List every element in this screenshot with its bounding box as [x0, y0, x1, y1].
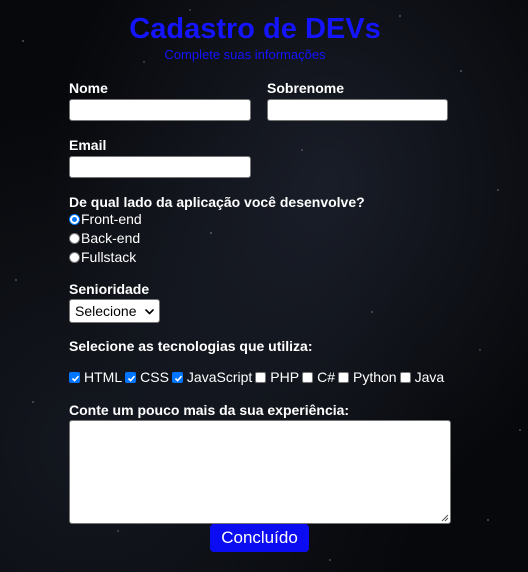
technologies-label: Selecione as tecnologias que utiliza:: [69, 338, 313, 354]
experience-label: Conte um pouco mais da sua experiência:: [69, 402, 350, 418]
checkbox-label-javascript: JavaScript: [186, 369, 253, 385]
last-name-input[interactable]: [267, 99, 448, 121]
resize-grip-icon[interactable]: [441, 514, 449, 522]
checkbox-html[interactable]: [69, 372, 80, 383]
checkbox-java[interactable]: [399, 372, 411, 383]
checkbox-label-csharp: C#: [317, 369, 335, 385]
checkmark-icon: [71, 375, 80, 382]
first-name-label: Nome: [69, 80, 108, 96]
checkbox-label-html: HTML: [84, 369, 123, 385]
page-subtitle: Complete suas informações: [164, 47, 326, 62]
checkbox-label-php: PHP: [270, 369, 300, 385]
checkbox-option-csharp[interactable]: C#: [302, 369, 338, 386]
radio-label-fullstack: Fullstack: [81, 249, 137, 265]
seniority-selected-value: Selecione: [75, 303, 137, 319]
checkbox-option-javascript[interactable]: JavaScript: [171, 369, 255, 386]
radio-option-front-end[interactable]: Front-end: [69, 211, 142, 227]
first-name-input[interactable]: [69, 99, 251, 121]
side-question: De qual lado da aplicação você desenvolv…: [69, 194, 365, 210]
last-name-label: Sobrenome: [267, 80, 345, 96]
seniority-select[interactable]: Selecione: [69, 299, 160, 323]
checkbox-option-php[interactable]: PHP: [255, 369, 302, 386]
checkbox-csharp[interactable]: [302, 372, 314, 383]
radio-button-back-end[interactable]: [69, 232, 80, 244]
technologies-checkbox-group: HTML CSS JavaScript PHP C# Python Java: [69, 369, 447, 386]
checkbox-css[interactable]: [125, 372, 137, 383]
checkbox-option-python[interactable]: Python: [337, 369, 400, 386]
checkbox-label-python: Python: [352, 369, 397, 385]
checkbox-label-css: CSS: [140, 369, 169, 385]
experience-textarea[interactable]: [69, 420, 451, 524]
checkmark-icon: [128, 375, 136, 382]
email-input[interactable]: [69, 156, 251, 178]
radio-option-back-end[interactable]: Back-end: [69, 230, 140, 246]
radio-option-fullstack[interactable]: Fullstack: [69, 249, 136, 265]
checkbox-option-html[interactable]: HTML: [69, 369, 125, 386]
checkbox-php[interactable]: [255, 372, 267, 383]
seniority-label: Senioridade: [69, 281, 150, 297]
submit-button[interactable]: Concluído: [210, 524, 309, 552]
email-label: Email: [69, 137, 107, 153]
checkbox-option-java[interactable]: Java: [399, 369, 448, 386]
checkbox-label-java: Java: [414, 369, 445, 385]
checkbox-python[interactable]: [337, 372, 349, 383]
checkbox-javascript[interactable]: [171, 372, 183, 383]
radio-label-back-end: Back-end: [81, 230, 141, 246]
radio-button-fullstack[interactable]: [69, 251, 80, 263]
radio-label-front-end: Front-end: [81, 211, 142, 227]
chevron-down-icon: [145, 309, 154, 315]
checkbox-option-css[interactable]: CSS: [125, 369, 172, 386]
checkmark-icon: [174, 375, 183, 382]
page-title: Cadastro de DEVs: [129, 13, 381, 45]
radio-button-front-end[interactable]: [69, 213, 80, 225]
